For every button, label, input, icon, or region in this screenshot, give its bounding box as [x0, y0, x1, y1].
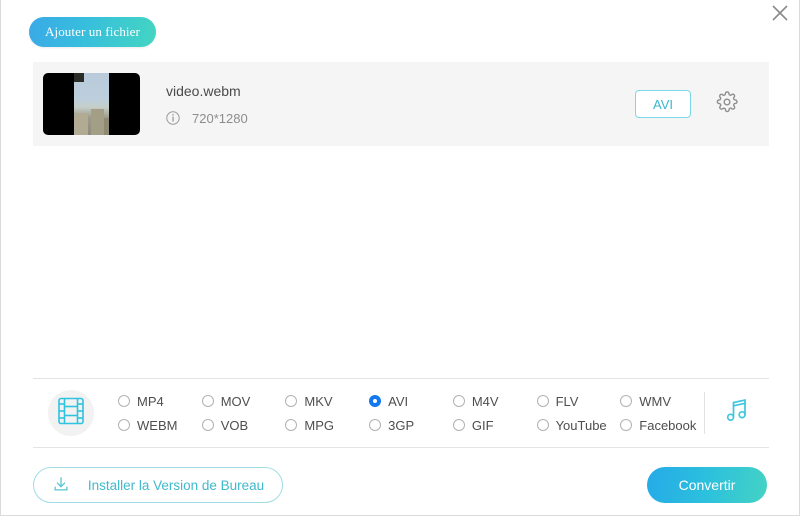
format-label: 3GP — [388, 418, 414, 433]
format-option-webm[interactable]: WEBM — [118, 413, 202, 437]
output-format-button[interactable]: AVI — [635, 90, 691, 118]
install-label: Installer la Version de Bureau — [88, 478, 264, 493]
radio-mkv — [285, 395, 297, 407]
file-meta: video.webm 720*1280 — [166, 83, 635, 126]
close-button[interactable] — [767, 0, 793, 26]
format-label: WMV — [639, 394, 671, 409]
format-selection-bar: MP4 MOV MKV AVI M4V FLV WMV WEBM VOB MPG… — [33, 378, 769, 448]
format-label: FLV — [556, 394, 579, 409]
radio-mov — [202, 395, 214, 407]
radio-gif — [453, 419, 465, 431]
format-option-vob[interactable]: VOB — [202, 413, 286, 437]
format-label: Facebook — [639, 418, 696, 433]
file-details-row: 720*1280 — [166, 111, 635, 126]
info-icon — [166, 111, 180, 125]
add-file-label: Ajouter un fichier — [45, 24, 140, 40]
convert-button[interactable]: Convertir — [647, 467, 767, 503]
radio-3gp — [369, 419, 381, 431]
video-thumbnail — [43, 73, 140, 135]
format-option-avi[interactable]: AVI — [369, 389, 453, 413]
gear-icon — [716, 91, 738, 118]
converter-window: Ajouter un fichier video.webm — [0, 0, 800, 516]
file-name: video.webm — [166, 83, 635, 99]
format-options-grid: MP4 MOV MKV AVI M4V FLV WMV WEBM VOB MPG… — [118, 389, 704, 437]
film-strip-icon — [58, 397, 84, 430]
audio-formats-button[interactable] — [705, 396, 769, 431]
video-formats-button[interactable] — [48, 390, 94, 436]
radio-m4v — [453, 395, 465, 407]
radio-avi — [369, 395, 381, 407]
add-file-button[interactable]: Ajouter un fichier — [29, 17, 156, 47]
radio-vob — [202, 419, 214, 431]
format-label: MPG — [304, 418, 334, 433]
download-icon — [52, 475, 70, 496]
format-label: GIF — [472, 418, 494, 433]
format-option-3gp[interactable]: 3GP — [369, 413, 453, 437]
radio-wmv — [620, 395, 632, 407]
format-label: WEBM — [137, 418, 177, 433]
convert-label: Convertir — [679, 477, 736, 493]
radio-mp4 — [118, 395, 130, 407]
radio-flv — [537, 395, 549, 407]
format-label: M4V — [472, 394, 499, 409]
radio-facebook — [620, 419, 632, 431]
format-option-mkv[interactable]: MKV — [285, 389, 369, 413]
radio-webm — [118, 419, 130, 431]
format-label: MP4 — [137, 394, 164, 409]
format-option-gif[interactable]: GIF — [453, 413, 537, 437]
close-icon — [771, 4, 789, 22]
file-row[interactable]: video.webm 720*1280 AVI — [33, 62, 769, 146]
radio-mpg — [285, 419, 297, 431]
file-list: video.webm 720*1280 AVI — [33, 62, 769, 146]
format-option-mp4[interactable]: MP4 — [118, 389, 202, 413]
install-desktop-version-button[interactable]: Installer la Version de Bureau — [33, 467, 283, 503]
format-option-mpg[interactable]: MPG — [285, 413, 369, 437]
format-label: AVI — [388, 394, 408, 409]
format-label: VOB — [221, 418, 248, 433]
radio-youtube — [537, 419, 549, 431]
output-format-label: AVI — [653, 97, 673, 112]
format-label: MKV — [304, 394, 332, 409]
format-option-flv[interactable]: FLV — [537, 389, 621, 413]
format-label: MOV — [221, 394, 251, 409]
file-dimensions: 720*1280 — [192, 111, 248, 126]
music-note-icon — [722, 396, 752, 431]
file-settings-button[interactable] — [715, 92, 739, 116]
format-option-facebook[interactable]: Facebook — [620, 413, 704, 437]
format-option-wmv[interactable]: WMV — [620, 389, 704, 413]
format-option-mov[interactable]: MOV — [202, 389, 286, 413]
format-label: YouTube — [556, 418, 607, 433]
format-option-youtube[interactable]: YouTube — [537, 413, 621, 437]
format-option-m4v[interactable]: M4V — [453, 389, 537, 413]
